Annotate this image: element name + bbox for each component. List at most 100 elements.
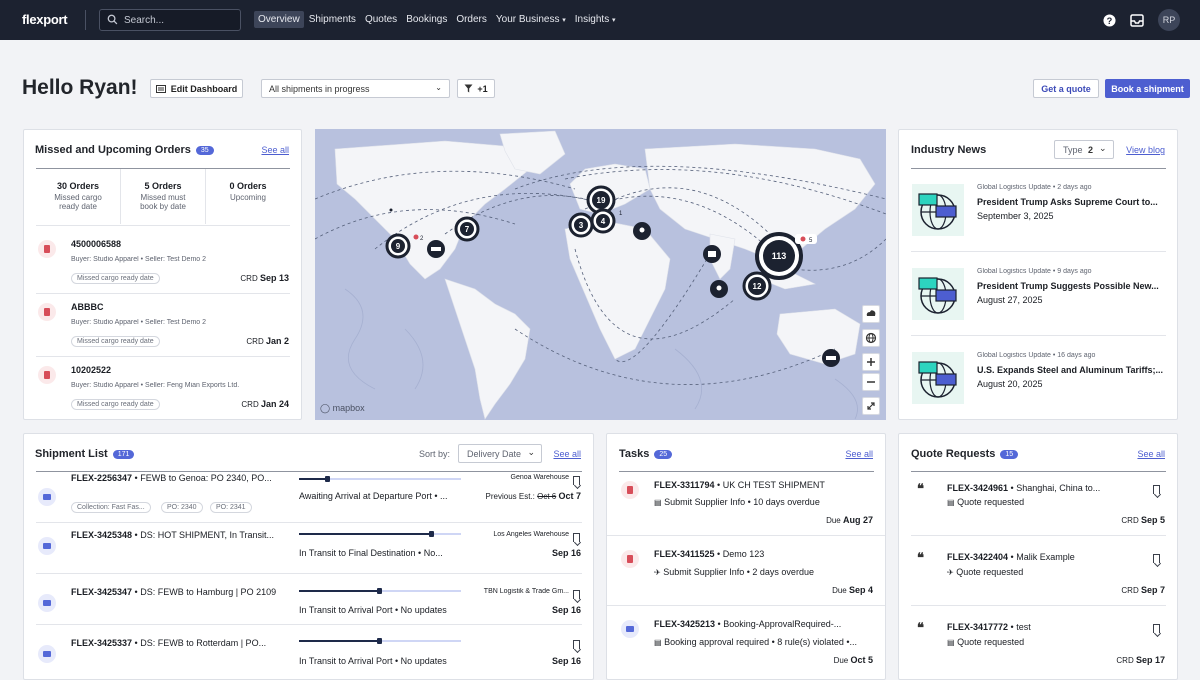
- order-stats: 30 Orders Missed cargo ready date 5 Orde…: [36, 169, 290, 224]
- shipment-filter-select[interactable]: All shipments in progress ⌄: [261, 79, 450, 98]
- divider: [36, 522, 582, 523]
- progress-bar: [299, 531, 461, 537]
- quotes-see-all-link[interactable]: See all: [1137, 449, 1165, 459]
- quote-status-text: Quote requested: [957, 497, 1025, 507]
- shipment-eta: Previous Est.: Oct 6 Oct 7: [486, 491, 581, 501]
- nav-bookings[interactable]: Bookings: [402, 11, 451, 28]
- tasks-see-all-link[interactable]: See all: [845, 449, 873, 459]
- progress-fill: [299, 478, 329, 480]
- cluster-marker[interactable]: 4: [590, 208, 616, 234]
- tasks-card: Tasks 25 See all FLEX-3311794 • UK CH TES…: [606, 433, 886, 680]
- divider: [36, 293, 290, 294]
- flexport-logo[interactable]: flexport: [22, 12, 68, 27]
- filter-button[interactable]: +1: [457, 79, 495, 98]
- location-pin[interactable]: [710, 280, 728, 298]
- bookmark-icon[interactable]: [1153, 624, 1160, 633]
- news-type-select[interactable]: Type 2 ⌄: [1054, 140, 1114, 159]
- crd-label: CRD: [240, 274, 258, 283]
- shipment-status: In Transit to Arrival Port • No updates: [299, 656, 447, 666]
- shipment-map[interactable]: 19 3 4 1 7 9 2 113 5 12 ◯ mapbox: [315, 129, 886, 420]
- stat-upcoming[interactable]: 0 Orders Upcoming: [206, 169, 290, 224]
- edit-dashboard-button[interactable]: Edit Dashboard: [150, 79, 243, 98]
- bookmark-icon[interactable]: [573, 590, 580, 599]
- cluster-count: 9: [396, 242, 401, 251]
- zoom-out-button[interactable]: [862, 373, 880, 391]
- inbox-icon[interactable]: [1130, 13, 1144, 27]
- fullscreen-button[interactable]: [862, 397, 880, 415]
- progress-marker: [377, 638, 382, 644]
- due-label: Due: [826, 516, 841, 525]
- globe-news-icon: [918, 193, 957, 230]
- previous-estimate-date: Oct 6: [537, 492, 557, 501]
- nav-overview[interactable]: Overview: [254, 11, 304, 28]
- cluster-marker[interactable]: 3: [568, 212, 594, 238]
- ship-marker[interactable]: [427, 240, 445, 258]
- get-quote-button[interactable]: Get a quote: [1033, 79, 1099, 98]
- location-pin[interactable]: [633, 222, 651, 240]
- shipment-id: FLEX-3425337: [71, 638, 133, 648]
- nav-insights[interactable]: Insights ▾: [571, 11, 620, 28]
- quote-crd: CRD Sep 17: [1116, 655, 1165, 665]
- view-blog-link[interactable]: View blog: [1126, 145, 1165, 155]
- stat-missed-book[interactable]: 5 Orders Missed must book by date: [121, 169, 206, 224]
- cluster-marker[interactable]: 9: [385, 233, 411, 259]
- ship-marker[interactable]: [822, 349, 840, 367]
- bookmark-icon[interactable]: [573, 640, 580, 649]
- divider: [911, 335, 1166, 336]
- progress-fill: [299, 640, 380, 642]
- help-icon[interactable]: ?: [1103, 13, 1116, 27]
- orders-count-badge: 35: [195, 146, 214, 155]
- mapbox-attribution[interactable]: ◯ mapbox: [320, 403, 365, 414]
- crd-date: Sep 13: [259, 273, 289, 283]
- cluster-count: 1: [619, 211, 623, 217]
- warehouse-marker[interactable]: [703, 245, 721, 263]
- globe-layer-button[interactable]: [862, 329, 880, 347]
- cluster-count: 113: [772, 251, 787, 261]
- bookmark-icon[interactable]: [1153, 554, 1160, 563]
- sort-select[interactable]: Delivery Date ⌄: [458, 444, 542, 463]
- shipments-see-all-link[interactable]: See all: [553, 449, 581, 459]
- cluster-marker[interactable]: 113: [755, 232, 803, 280]
- shipment-id: FLEX-3425348: [71, 530, 133, 540]
- factory-icon: ▤: [654, 498, 662, 507]
- shipment-desc: • DS: FEWB to Hamburg | PO 2109: [132, 587, 277, 597]
- weather-layer-button[interactable]: [862, 305, 880, 323]
- cluster-marker[interactable]: 7: [454, 216, 480, 242]
- crd-date: Sep 7: [1140, 585, 1165, 595]
- crd-label: CRD: [1121, 586, 1139, 595]
- cluster-count: 19: [597, 196, 606, 205]
- task-detail: ▤ Booking approval required • 8 rule(s) …: [654, 637, 876, 647]
- avatar[interactable]: RP: [1158, 9, 1180, 31]
- book-shipment-button[interactable]: Book a shipment: [1105, 79, 1190, 98]
- cluster-marker[interactable]: 12: [742, 271, 772, 301]
- bookmark-icon[interactable]: [573, 533, 580, 542]
- quotes-title: Quote Requests 15: [911, 448, 1019, 460]
- news-meta: Global Logistics Update • 9 days ago: [977, 268, 1092, 275]
- bookmark-icon[interactable]: [573, 476, 580, 485]
- status-pill: Missed cargo ready date: [71, 399, 160, 410]
- chevron-down-icon: ⌄: [527, 447, 535, 457]
- nav-quotes[interactable]: Quotes: [361, 11, 401, 28]
- shipment-status: In Transit to Arrival Port • No updates: [299, 605, 447, 615]
- nav-orders[interactable]: Orders: [452, 11, 491, 28]
- task-shipment-id: FLEX-3411525: [654, 549, 715, 559]
- shipment-filter-value: All shipments in progress: [269, 84, 370, 94]
- stat-missed-cargo[interactable]: 30 Orders Missed cargo ready date: [36, 169, 121, 224]
- quote-status: ▤ Quote requested: [947, 637, 1024, 647]
- crd-date: Jan 2: [265, 336, 289, 346]
- zoom-in-button[interactable]: [862, 353, 880, 371]
- nav-shipments[interactable]: Shipments: [305, 11, 360, 28]
- quote-title: FLEX-3424961 • Shanghai, China to...: [947, 483, 1137, 493]
- nav-your-business[interactable]: Your Business ▾: [492, 11, 570, 28]
- document-icon: [38, 240, 56, 258]
- plane-icon: ✈: [654, 568, 661, 577]
- status-pill: Missed cargo ready date: [71, 336, 160, 347]
- bookmark-icon[interactable]: [1153, 485, 1160, 494]
- tasks-title-text: Tasks: [619, 448, 650, 460]
- crd-label: CRD: [1121, 516, 1139, 525]
- search-input[interactable]: Search...: [99, 9, 241, 31]
- shipment-icon: [38, 645, 56, 663]
- progress-fill: [299, 590, 380, 592]
- orders-see-all-link[interactable]: See all: [261, 145, 289, 155]
- crd-label: CRD: [241, 400, 259, 409]
